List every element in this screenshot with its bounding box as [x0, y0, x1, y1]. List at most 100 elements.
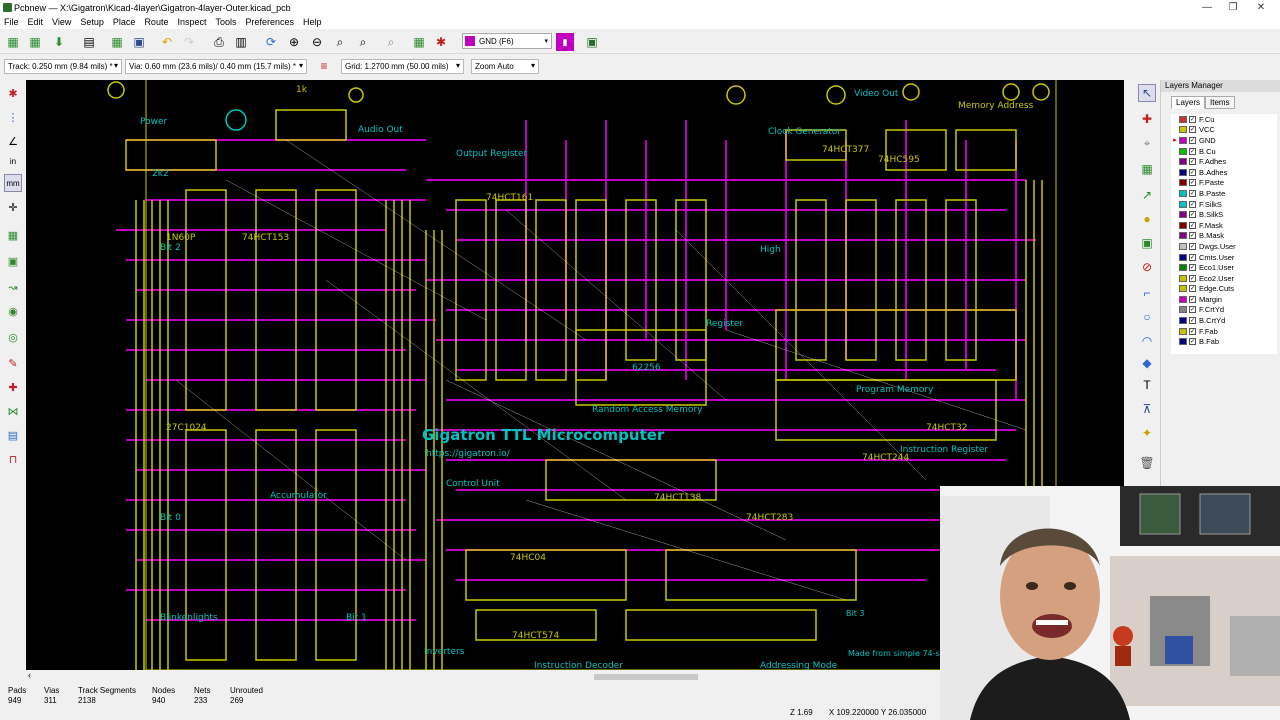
via-size-select[interactable]: Via: 0.60 mm (23.6 mils)/ 0.40 mm (15.7 … — [125, 59, 307, 74]
active-layer-select[interactable]: GND (F6) ▾ — [462, 33, 552, 49]
menu-edit[interactable]: Edit — [28, 17, 44, 27]
new-board-icon[interactable]: ▦ — [4, 33, 22, 51]
layer-color-swatch[interactable] — [1179, 327, 1187, 335]
layer-row[interactable]: ✓ Dwgs.User — [1171, 241, 1277, 252]
menu-tools[interactable]: Tools — [216, 17, 237, 27]
layer-visibility-checkbox[interactable]: ✓ — [1189, 168, 1196, 176]
layer-color-swatch[interactable] — [1179, 200, 1187, 208]
layer-color-swatch[interactable] — [1179, 306, 1187, 314]
layer-row[interactable]: ✓ F.Mask — [1171, 220, 1277, 231]
layer-pair-icon[interactable]: ▮ — [556, 33, 574, 51]
layer-color-swatch[interactable] — [1179, 274, 1187, 282]
layer-row[interactable]: ✓ Margin — [1171, 294, 1277, 305]
layer-visibility-checkbox[interactable]: ✓ — [1189, 306, 1196, 314]
add-text-icon[interactable]: T — [1138, 376, 1156, 394]
module-text-icon[interactable]: ✚ — [4, 378, 22, 396]
tab-items[interactable]: Items — [1205, 96, 1235, 109]
route-track-icon[interactable]: ↗ — [1138, 186, 1156, 204]
layer-row[interactable]: ✓ VCC — [1171, 125, 1277, 136]
track-display-icon[interactable]: ↝ — [4, 278, 22, 296]
auto-track-width-icon[interactable]: ≡ — [315, 57, 333, 75]
layer-color-swatch[interactable] — [1179, 338, 1187, 346]
menu-setup[interactable]: Setup — [80, 17, 104, 27]
drc-off-icon[interactable]: ✱ — [4, 84, 22, 102]
add-dimension-icon[interactable]: ⊼ — [1138, 400, 1156, 418]
layer-color-swatch[interactable] — [1179, 158, 1187, 166]
layer-color-swatch[interactable] — [1179, 211, 1187, 219]
layer-visibility-checkbox[interactable]: ✓ — [1189, 221, 1196, 229]
layer-row[interactable]: ✓ Edge.Cuts — [1171, 284, 1277, 295]
zoom-select[interactable]: Zoom Auto ▾ — [471, 59, 539, 74]
menu-place[interactable]: Place — [113, 17, 136, 27]
select-arrow-icon[interactable]: ↖ — [1138, 84, 1156, 102]
layer-visibility-checkbox[interactable]: ✓ — [1189, 242, 1196, 250]
layer-row[interactable]: ✓ Eco2.User — [1171, 273, 1277, 284]
save-board-icon[interactable]: ⬇ — [50, 33, 68, 51]
layer-color-swatch[interactable] — [1179, 221, 1187, 229]
add-target-icon[interactable]: ✦ — [1138, 424, 1156, 442]
scripting-console-icon[interactable]: ▣ — [583, 33, 601, 51]
open-board-icon[interactable]: ▦ — [26, 33, 44, 51]
keepout-area-icon[interactable]: ⊘ — [1138, 258, 1156, 276]
layer-color-swatch[interactable] — [1179, 264, 1187, 272]
layer-visibility-checkbox[interactable]: ✓ — [1189, 295, 1196, 303]
minimize-button[interactable]: — — [1194, 0, 1220, 15]
layer-color-swatch[interactable] — [1179, 317, 1187, 325]
polar-coords-icon[interactable]: ∠ — [4, 132, 22, 150]
add-line-icon[interactable]: ⌐ — [1138, 284, 1156, 302]
layer-color-swatch[interactable] — [1179, 295, 1187, 303]
layer-color-swatch[interactable] — [1179, 136, 1187, 144]
pad-sketch-icon[interactable]: ◎ — [4, 328, 22, 346]
microwave-tools-icon[interactable]: ⊓ — [4, 450, 22, 468]
layer-color-swatch[interactable] — [1179, 179, 1187, 187]
layer-row[interactable]: ✓ B.SilkS — [1171, 209, 1277, 220]
layer-visibility-checkbox[interactable]: ✓ — [1189, 317, 1196, 325]
find-icon[interactable]: ⌕ — [382, 33, 400, 51]
zoom-out-icon[interactable]: ⊖ — [308, 33, 326, 51]
layer-row[interactable]: ✓ F.Adhes — [1171, 156, 1277, 167]
restore-button[interactable]: ❐ — [1220, 0, 1246, 15]
redraw-icon[interactable]: ⟳ — [262, 33, 280, 51]
layer-visibility-checkbox[interactable]: ✓ — [1189, 327, 1196, 335]
zoom-in-icon[interactable]: ⊕ — [285, 33, 303, 51]
undo-icon[interactable]: ↶ — [158, 33, 176, 51]
scroll-left-icon[interactable]: ‹ — [28, 670, 31, 680]
layers-manager-toggle-icon[interactable]: ▤ — [4, 426, 22, 444]
layer-visibility-checkbox[interactable]: ✓ — [1189, 189, 1196, 197]
menu-inspect[interactable]: Inspect — [177, 17, 206, 27]
close-button[interactable]: ✕ — [1248, 0, 1274, 15]
add-zone-icon[interactable]: ▣ — [1138, 234, 1156, 252]
menu-help[interactable]: Help — [303, 17, 322, 27]
layer-visibility-checkbox[interactable]: ✓ — [1189, 158, 1196, 166]
layer-row[interactable]: ✓ B.Mask — [1171, 231, 1277, 242]
footprint-editor-icon[interactable]: ▦ — [108, 33, 126, 51]
page-settings-icon[interactable]: ▤ — [80, 33, 98, 51]
layer-row[interactable]: ✓ B.Cu — [1171, 146, 1277, 157]
scrollbar-thumb[interactable] — [594, 674, 698, 680]
drc-icon[interactable]: ✱ — [432, 33, 450, 51]
horizontal-scrollbar[interactable]: ‹ — [26, 670, 940, 682]
add-via-icon[interactable]: ● — [1138, 210, 1156, 228]
layer-visibility-checkbox[interactable]: ✓ — [1189, 115, 1196, 123]
add-footprint-icon[interactable]: ▦ — [1138, 160, 1156, 178]
layer-color-swatch[interactable] — [1179, 232, 1187, 240]
tab-layers[interactable]: Layers — [1171, 96, 1206, 109]
layer-row[interactable]: ✓ F.Cu — [1171, 114, 1277, 125]
layer-color-swatch[interactable] — [1179, 253, 1187, 261]
layer-visibility-checkbox[interactable]: ✓ — [1189, 136, 1196, 144]
layer-row[interactable]: ✓ F.CrtYd — [1171, 305, 1277, 316]
zone-fill-icon[interactable]: ▣ — [4, 252, 22, 270]
netlist-icon[interactable]: ▦ — [410, 33, 428, 51]
layer-color-swatch[interactable] — [1179, 126, 1187, 134]
grid-toggle-icon[interactable]: ⋮ — [4, 108, 22, 126]
layer-color-swatch[interactable] — [1179, 115, 1187, 123]
delete-item-icon[interactable]: 🗑 — [1138, 454, 1156, 472]
layer-color-swatch[interactable] — [1179, 285, 1187, 293]
units-mm-button[interactable]: mm — [4, 174, 22, 192]
layer-visibility-checkbox[interactable]: ✓ — [1189, 147, 1196, 155]
layer-visibility-checkbox[interactable]: ✓ — [1189, 264, 1196, 272]
cursor-shape-icon[interactable]: ✛ — [4, 198, 22, 216]
layer-visibility-checkbox[interactable]: ✓ — [1189, 232, 1196, 240]
layer-row[interactable]: ✓ B.Adhes — [1171, 167, 1277, 178]
layer-visibility-checkbox[interactable]: ✓ — [1189, 274, 1196, 282]
